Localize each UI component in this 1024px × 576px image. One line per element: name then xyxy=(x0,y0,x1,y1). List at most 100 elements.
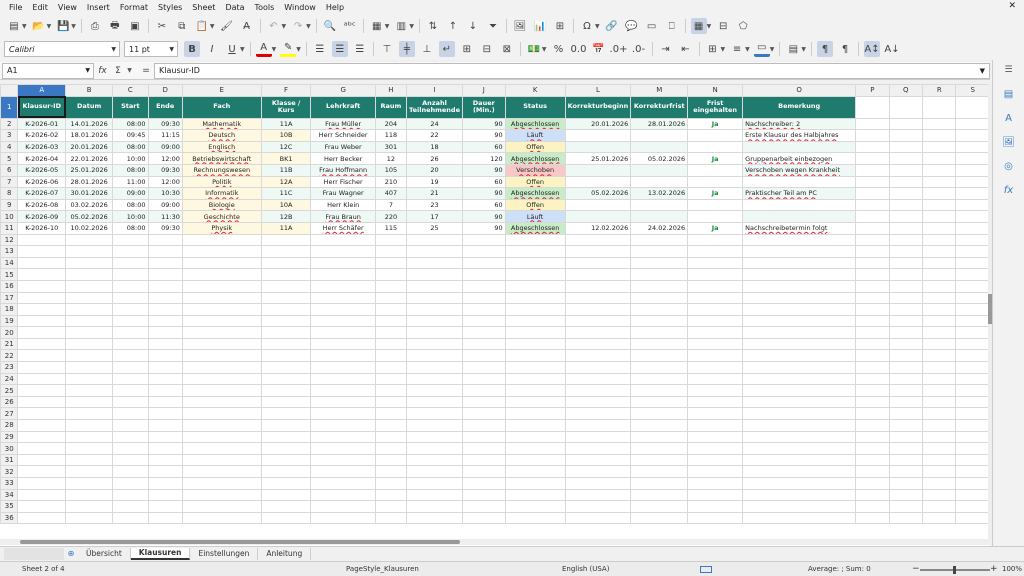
empty-cell[interactable] xyxy=(310,245,376,258)
empty-cell[interactable] xyxy=(687,488,744,502)
empty-cell[interactable] xyxy=(310,407,376,421)
empty-cell[interactable] xyxy=(181,337,262,351)
empty-cell[interactable] xyxy=(955,430,990,444)
empty-cell[interactable] xyxy=(922,326,957,339)
cell-l[interactable] xyxy=(564,175,632,189)
empty-cell[interactable] xyxy=(260,372,312,386)
empty-cell[interactable] xyxy=(955,407,990,421)
cell-o[interactable]: Gruppenarbeit einbezogen xyxy=(742,152,857,165)
empty-cell[interactable] xyxy=(955,95,990,119)
empty-cell[interactable] xyxy=(888,372,924,386)
empty-cell[interactable] xyxy=(374,303,408,316)
empty-cell[interactable] xyxy=(461,268,506,281)
menu-item-format[interactable]: Format xyxy=(115,3,153,12)
cell-d[interactable]: 12:00 xyxy=(147,152,183,165)
empty-cell[interactable] xyxy=(855,187,890,200)
empty-cell[interactable] xyxy=(564,326,632,339)
cell-e[interactable]: Biologie xyxy=(181,198,262,212)
cell-g[interactable]: Frau Müller xyxy=(310,117,376,131)
empty-cell[interactable] xyxy=(17,465,67,478)
empty-cell[interactable] xyxy=(687,372,744,386)
cell-c[interactable]: 11:00 xyxy=(112,175,149,189)
cell-a[interactable]: K-2026-09 xyxy=(17,210,67,223)
empty-cell[interactable] xyxy=(112,256,149,270)
empty-cell[interactable] xyxy=(147,291,183,305)
empty-cell[interactable] xyxy=(65,233,114,247)
header-cell[interactable]: Klasse / Kurs xyxy=(260,95,312,119)
empty-cell[interactable] xyxy=(65,453,114,467)
cell-d[interactable]: 12:00 xyxy=(147,175,183,189)
empty-cell[interactable] xyxy=(922,152,957,165)
underline-icon[interactable]: U xyxy=(224,41,240,57)
empty-cell[interactable] xyxy=(406,349,463,363)
redo-dropdown-icon[interactable]: ▼ xyxy=(306,23,311,30)
cell-h[interactable]: 7 xyxy=(374,198,408,212)
empty-cell[interactable] xyxy=(564,303,632,316)
empty-cell[interactable] xyxy=(181,465,262,478)
empty-cell[interactable] xyxy=(855,349,890,363)
empty-cell[interactable] xyxy=(461,384,506,397)
empty-cell[interactable] xyxy=(374,279,408,293)
empty-cell[interactable] xyxy=(65,419,114,432)
open-dropdown-icon[interactable]: ▼ xyxy=(47,23,52,30)
column-header-m[interactable]: M xyxy=(630,84,689,97)
empty-cell[interactable] xyxy=(461,233,506,247)
header-cell[interactable]: Ende xyxy=(147,95,183,119)
row-header[interactable]: 10 xyxy=(0,210,19,223)
empty-cell[interactable] xyxy=(374,430,408,444)
open-folder-icon[interactable]: 📂 xyxy=(31,18,47,34)
row-header[interactable]: 1 xyxy=(0,95,19,119)
cell-c[interactable]: 10:00 xyxy=(112,210,149,223)
empty-cell[interactable] xyxy=(310,326,376,339)
empty-cell[interactable] xyxy=(406,384,463,397)
empty-cell[interactable] xyxy=(310,361,376,374)
cell-f[interactable]: 11C xyxy=(260,187,312,200)
empty-cell[interactable] xyxy=(65,279,114,293)
empty-cell[interactable] xyxy=(922,210,957,223)
cell-j[interactable]: 90 xyxy=(461,129,506,142)
empty-cell[interactable] xyxy=(310,303,376,316)
empty-cell[interactable] xyxy=(888,326,924,339)
empty-cell[interactable] xyxy=(374,372,408,386)
row-header[interactable]: 32 xyxy=(0,465,19,478)
cell-g[interactable]: Herr Becker xyxy=(310,152,376,165)
unmerge-cells-icon[interactable]: ⊠ xyxy=(499,41,515,57)
empty-cell[interactable] xyxy=(922,477,957,490)
conditional-format-icon[interactable]: ▤ xyxy=(785,41,801,57)
menu-item-data[interactable]: Data xyxy=(220,3,249,12)
cell-e[interactable]: Geschichte xyxy=(181,210,262,223)
empty-cell[interactable] xyxy=(112,465,149,478)
empty-cell[interactable] xyxy=(406,500,463,513)
sheet-tab-einstellungen[interactable]: Einstellungen xyxy=(190,547,259,560)
empty-cell[interactable] xyxy=(888,187,924,200)
empty-cell[interactable] xyxy=(65,268,114,281)
empty-cell[interactable] xyxy=(17,279,67,293)
cell-m[interactable] xyxy=(630,140,689,154)
empty-cell[interactable] xyxy=(955,163,990,177)
column-header-f[interactable]: F xyxy=(260,84,312,97)
empty-cell[interactable] xyxy=(147,500,183,513)
header-cell[interactable]: Anzahl Teilnehmende xyxy=(406,95,463,119)
empty-cell[interactable] xyxy=(406,488,463,502)
empty-cell[interactable] xyxy=(922,430,957,444)
empty-cell[interactable] xyxy=(461,488,506,502)
cell-c[interactable]: 09:45 xyxy=(112,129,149,142)
cell-f[interactable]: 10A xyxy=(260,198,312,212)
row-header[interactable]: 29 xyxy=(0,430,19,444)
empty-cell[interactable] xyxy=(147,245,183,258)
column-header-l[interactable]: L xyxy=(564,84,632,97)
cell-i[interactable]: 26 xyxy=(406,152,463,165)
cell-k[interactable]: Abgeschlossen xyxy=(504,152,566,165)
empty-cell[interactable] xyxy=(374,419,408,432)
function-wizard-icon[interactable]: fx xyxy=(98,66,107,76)
empty-cell[interactable] xyxy=(922,163,957,177)
cell-d[interactable]: 11:15 xyxy=(147,129,183,142)
header-cell[interactable]: Bemerkung xyxy=(742,95,857,119)
empty-cell[interactable] xyxy=(260,511,312,525)
cell-d[interactable]: 10:30 xyxy=(147,187,183,200)
cell-b[interactable]: 18.01.2026 xyxy=(65,129,114,142)
empty-cell[interactable] xyxy=(742,337,857,351)
row-header[interactable]: 31 xyxy=(0,453,19,467)
empty-cell[interactable] xyxy=(888,117,924,131)
empty-cell[interactable] xyxy=(260,337,312,351)
